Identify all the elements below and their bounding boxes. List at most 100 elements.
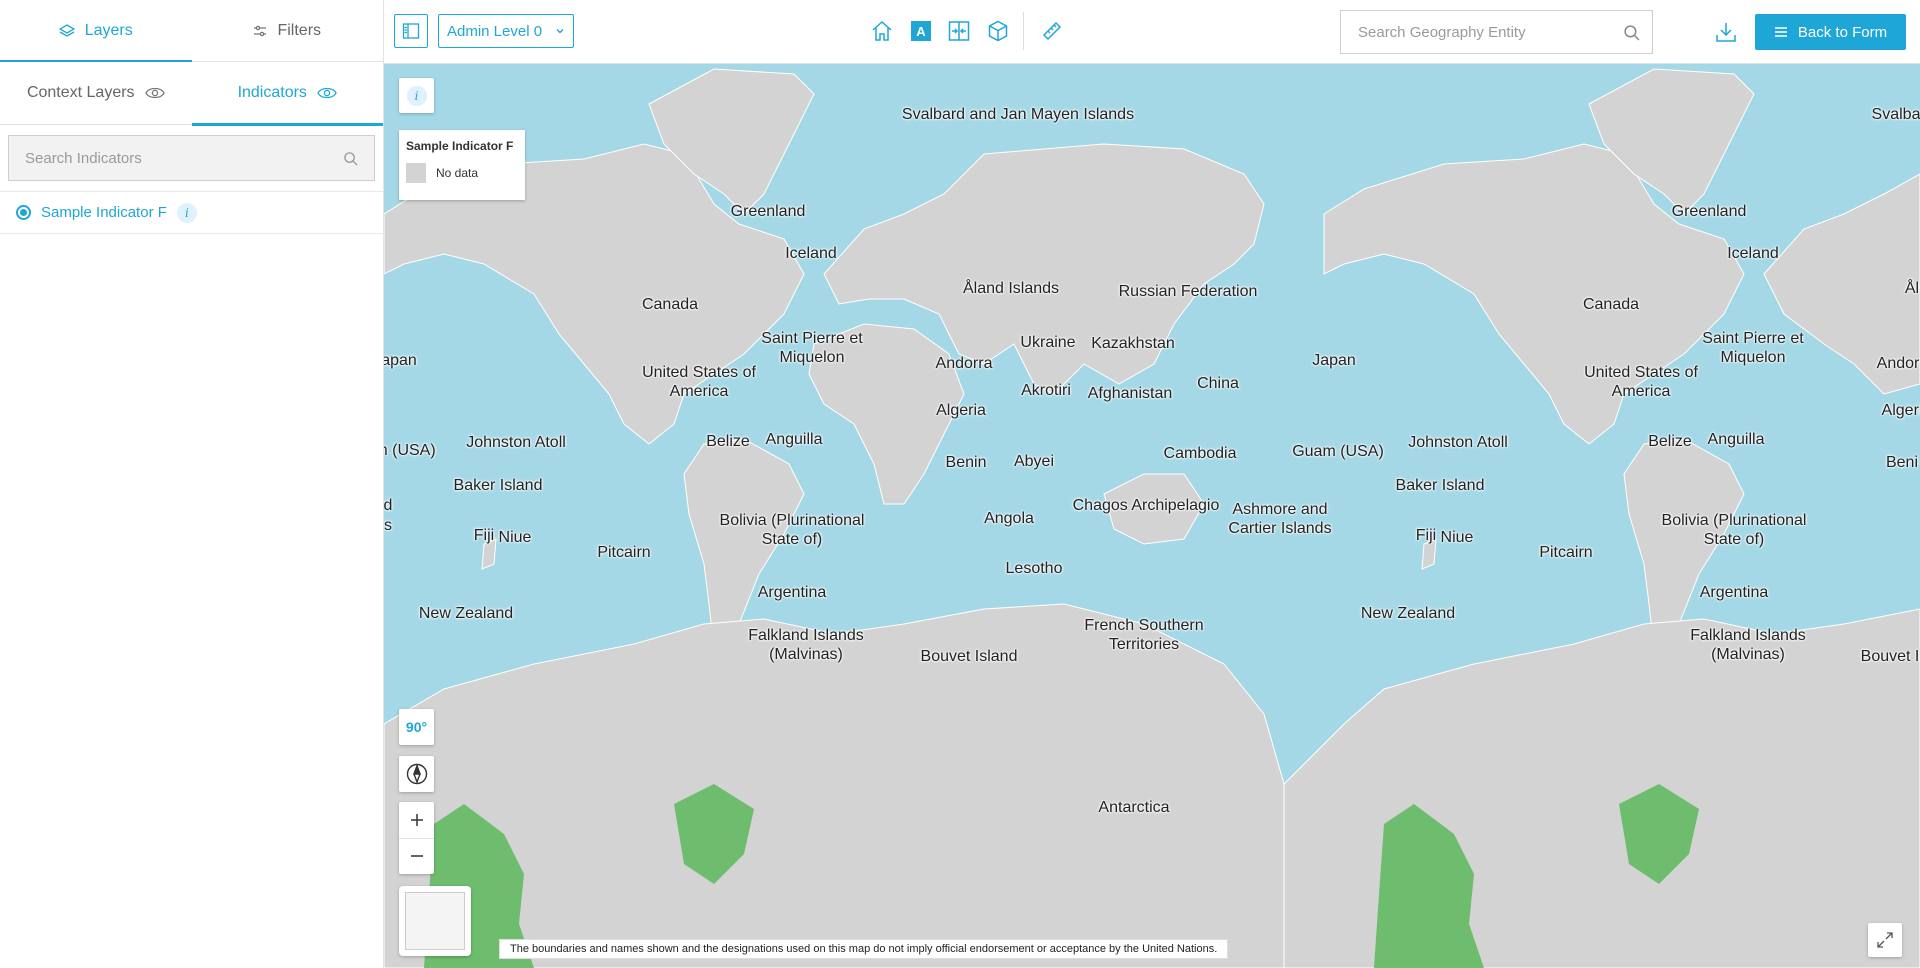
map-label: Cambodia: [1163, 445, 1237, 462]
sidebar-panel-icon: [402, 23, 420, 39]
chevron-down-icon: [556, 29, 564, 34]
map-label: Bolivia (Plurinational State of): [719, 512, 865, 548]
list-item-indicator[interactable]: Sample Indicator F i: [0, 192, 383, 234]
geography-search-box: [1340, 10, 1653, 54]
geography-search-input[interactable]: [1358, 23, 1623, 41]
map-label: Beni: [1885, 454, 1919, 471]
map-label: Belize: [706, 433, 750, 450]
map-label: Anguilla: [1707, 431, 1765, 448]
map-label: French Southern Territories: [1084, 617, 1204, 653]
map-label: Bouvet I: [1860, 648, 1920, 665]
map-label: United States of America: [1584, 364, 1698, 400]
filters-icon: [254, 25, 267, 36]
map-label: Johnston Atoll: [1408, 434, 1508, 451]
map-label: Fiji: [473, 527, 495, 544]
map-label: Algeri: [1881, 402, 1920, 419]
map-label: Niue: [1440, 529, 1474, 546]
map-info-button[interactable]: i: [399, 78, 434, 113]
toggle-sidebar-button[interactable]: [394, 14, 428, 48]
zoom-out-button[interactable]: [399, 839, 434, 875]
radio-selected-icon[interactable]: [16, 205, 31, 220]
rotation-angle-value: 90°: [405, 719, 428, 735]
map-label: Belize: [1648, 433, 1692, 450]
compass-button[interactable]: [399, 756, 434, 792]
map-label: Andorra: [935, 355, 993, 372]
map-label: Argentina: [757, 584, 827, 601]
tab-context-layers[interactable]: Context Layers: [0, 62, 192, 124]
eye-icon[interactable]: [144, 86, 165, 100]
minus-icon: [410, 855, 423, 857]
map-label: Anguilla: [765, 431, 823, 448]
indicator-search-input[interactable]: [25, 149, 343, 167]
map-label: Saint Pierre et Miquelon: [1702, 330, 1804, 366]
compare-icon: [948, 21, 970, 41]
map-label: Bouvet Island: [920, 648, 1018, 665]
map-label: Abyei: [1013, 453, 1055, 470]
map-label: Greenland: [1671, 203, 1747, 220]
map-label: Fiji: [1415, 527, 1437, 544]
tab-indicators-label: Indicators: [237, 84, 307, 101]
map-label: apan: [384, 352, 417, 369]
map-label: Angola: [984, 510, 1034, 527]
map-label: New Zealand: [418, 605, 514, 622]
download-icon: [1716, 23, 1736, 42]
minimap-viewport: [405, 892, 465, 950]
admin-level-select[interactable]: Admin Level 0: [438, 14, 574, 48]
layers-icon: [58, 23, 75, 37]
map-label: s: [384, 517, 392, 534]
rotation-angle-button[interactable]: 90°: [399, 709, 434, 745]
minimap[interactable]: [399, 886, 471, 956]
map-label: Afghanistan: [1087, 385, 1173, 402]
download-button[interactable]: [1711, 17, 1741, 47]
info-icon[interactable]: i: [176, 202, 197, 223]
map-label: Iceland: [785, 245, 837, 262]
measure-button[interactable]: [1037, 16, 1067, 46]
label-toggle-letter: A: [916, 23, 926, 39]
tab-layers-label: Layers: [84, 21, 133, 39]
map-label: Saint Pierre et Miquelon: [761, 330, 863, 366]
fullscreen-button[interactable]: [1868, 923, 1902, 957]
home-button[interactable]: [867, 16, 897, 46]
search-icon: [344, 151, 358, 166]
info-icon: i: [406, 85, 427, 106]
compare-button[interactable]: [944, 16, 974, 46]
map-label: Kazakhstan: [1091, 335, 1175, 352]
legend-title: Sample Indicator F: [406, 139, 514, 153]
map-legend: Sample Indicator F No data: [399, 130, 525, 200]
map-label: United States of America: [642, 364, 756, 400]
search-icon[interactable]: [1623, 24, 1640, 41]
ruler-icon: [1042, 21, 1062, 41]
sidebar-main-tabs: Layers Filters: [0, 0, 383, 62]
map-label: Iceland: [1727, 245, 1779, 262]
legend-swatch: [406, 163, 426, 183]
cube-icon: [988, 20, 1008, 42]
map-label: m (USA): [384, 442, 436, 459]
back-to-form-button[interactable]: Back to Form: [1755, 14, 1906, 50]
back-to-form-label: Back to Form: [1797, 23, 1888, 41]
indicator-label[interactable]: Sample Indicator F: [41, 204, 167, 221]
map-label: Chagos Archipelagio: [1072, 497, 1220, 514]
plus-icon: [410, 813, 423, 826]
3d-view-button[interactable]: [983, 16, 1013, 46]
map-label: Niue: [498, 529, 532, 546]
map-label: Andor: [1876, 355, 1920, 372]
eye-icon[interactable]: [317, 86, 337, 100]
list-icon: [1774, 27, 1787, 37]
map-label: Japan: [1312, 352, 1356, 369]
world-map[interactable]: Svalbard and Jan Mayen Islands Greenland…: [384, 64, 1920, 968]
admin-level-value: Admin Level 0: [447, 22, 543, 40]
label-toggle-button[interactable]: A: [911, 21, 931, 41]
map-label: d: [384, 497, 393, 514]
tab-indicators[interactable]: Indicators: [191, 62, 384, 126]
map-label: Bolivia (Plurinational State of): [1661, 512, 1807, 548]
tab-layers[interactable]: Layers: [0, 0, 192, 62]
tab-filters[interactable]: Filters: [192, 0, 384, 61]
map-label: Argentina: [1699, 584, 1769, 601]
home-icon: [872, 20, 892, 41]
map-label: Svalba: [1871, 106, 1920, 123]
zoom-in-button[interactable]: [399, 802, 434, 839]
map-label: Åland Islands: [962, 280, 1060, 297]
map-label: Baker Island: [1395, 477, 1485, 494]
map-disclaimer: The boundaries and names shown and the d…: [499, 939, 1229, 959]
map-label: Greenland: [730, 203, 806, 220]
